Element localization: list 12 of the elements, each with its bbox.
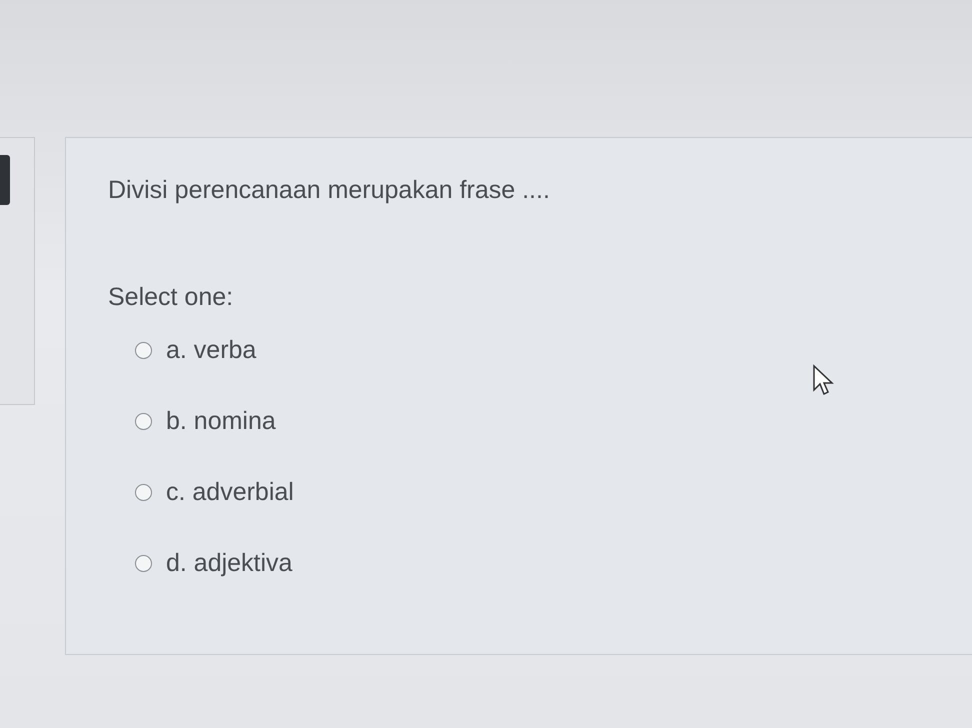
mouse-pointer-icon (812, 364, 836, 396)
radio-button[interactable] (135, 554, 152, 572)
nav-marker (0, 155, 10, 205)
radio-button[interactable] (135, 342, 152, 358)
option-label[interactable]: d. adjektiva (166, 548, 292, 578)
question-text: Divisi perencanaan merupakan frase .... (108, 176, 551, 205)
option-label[interactable]: b. nomina (166, 406, 276, 436)
radio-button[interactable] (135, 412, 152, 430)
option-label[interactable]: a. verba (166, 336, 256, 364)
radio-button[interactable] (135, 484, 152, 500)
option-label[interactable]: c. adverbial (166, 478, 294, 506)
select-prompt: Select one: (108, 283, 234, 312)
